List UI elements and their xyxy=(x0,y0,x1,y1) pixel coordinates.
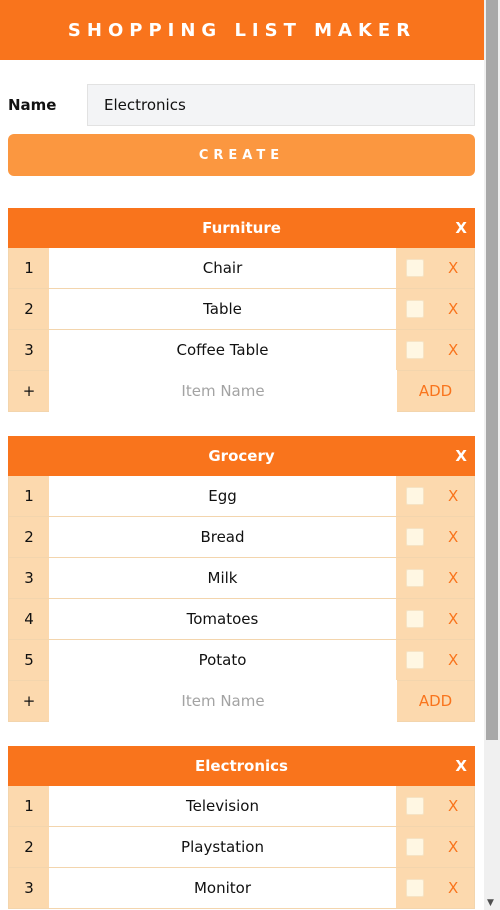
item-number: 2 xyxy=(8,289,49,329)
app-title: SHOPPING LIST MAKER xyxy=(67,19,417,41)
add-item-button[interactable]: ADD xyxy=(397,371,475,411)
delete-list-button[interactable]: X xyxy=(455,436,467,476)
list-item: 3 Coffee Table X xyxy=(8,330,475,371)
list-item: 1 Chair X xyxy=(8,248,475,289)
list-item: 2 Playstation X xyxy=(8,827,475,868)
item-checkbox[interactable] xyxy=(406,879,424,897)
list-electronics: Electronics X 1 Television X 2 Playstati… xyxy=(8,746,475,909)
list-item: 3 Milk X xyxy=(8,558,475,599)
list-header: Grocery X xyxy=(8,436,475,476)
app-page: SHOPPING LIST MAKER Name CREATE Furnitur… xyxy=(0,0,484,910)
list-furniture: Furniture X 1 Chair X 2 Table X 3 Coffee… xyxy=(8,208,475,412)
scrollbar-thumb[interactable] xyxy=(486,0,498,740)
item-number: 2 xyxy=(8,517,49,557)
item-name: Table xyxy=(49,289,396,329)
item-number: 4 xyxy=(8,599,49,639)
item-checkbox[interactable] xyxy=(406,651,424,669)
list-title: Furniture xyxy=(202,219,281,237)
item-name: Tomatoes xyxy=(49,599,396,639)
item-number: 1 xyxy=(8,786,49,826)
item-name: Potato xyxy=(49,640,396,680)
delete-item-button[interactable]: X xyxy=(448,599,458,639)
item-name: Monitor xyxy=(49,868,396,908)
item-checkbox[interactable] xyxy=(406,341,424,359)
item-name: Bread xyxy=(49,517,396,557)
item-number: 1 xyxy=(8,476,49,516)
list-item: 4 Tomatoes X xyxy=(8,599,475,640)
name-row: Name xyxy=(8,84,475,126)
item-checkbox[interactable] xyxy=(406,259,424,277)
delete-item-button[interactable]: X xyxy=(448,640,458,680)
delete-item-button[interactable]: X xyxy=(448,517,458,557)
item-checkbox[interactable] xyxy=(406,528,424,546)
add-item-button[interactable]: ADD xyxy=(397,681,475,721)
add-plus-icon: + xyxy=(8,681,49,721)
item-number: 3 xyxy=(8,868,49,908)
add-item-row: + ADD xyxy=(8,680,475,722)
triangle-down-icon[interactable]: ▼ xyxy=(487,898,494,908)
delete-item-button[interactable]: X xyxy=(448,558,458,598)
item-number: 3 xyxy=(8,330,49,370)
name-label: Name xyxy=(8,96,57,114)
list-item: 2 Table X xyxy=(8,289,475,330)
delete-item-button[interactable]: X xyxy=(448,248,458,288)
list-title: Grocery xyxy=(208,447,275,465)
delete-item-button[interactable]: X xyxy=(448,289,458,329)
item-name-input[interactable] xyxy=(49,680,397,722)
item-checkbox[interactable] xyxy=(406,838,424,856)
delete-list-button[interactable]: X xyxy=(455,746,467,786)
name-input[interactable] xyxy=(87,84,475,126)
item-number: 5 xyxy=(8,640,49,680)
item-name: Coffee Table xyxy=(49,330,396,370)
item-number: 2 xyxy=(8,827,49,867)
delete-item-button[interactable]: X xyxy=(448,827,458,867)
list-grocery: Grocery X 1 Egg X 2 Bread X 3 Milk X 4 T… xyxy=(8,436,475,722)
list-title: Electronics xyxy=(195,757,288,775)
item-name: Chair xyxy=(49,248,396,288)
delete-item-button[interactable]: X xyxy=(448,330,458,370)
list-item: 3 Monitor X xyxy=(8,868,475,909)
item-checkbox[interactable] xyxy=(406,569,424,587)
delete-item-button[interactable]: X xyxy=(448,868,458,908)
item-name: Television xyxy=(49,786,396,826)
add-plus-icon: + xyxy=(8,371,49,411)
item-name: Milk xyxy=(49,558,396,598)
item-name: Egg xyxy=(49,476,396,516)
app-header: SHOPPING LIST MAKER xyxy=(0,0,484,60)
list-header: Furniture X xyxy=(8,208,475,248)
item-checkbox[interactable] xyxy=(406,487,424,505)
list-header: Electronics X xyxy=(8,746,475,786)
delete-item-button[interactable]: X xyxy=(448,476,458,516)
delete-list-button[interactable]: X xyxy=(455,208,467,248)
item-name: Playstation xyxy=(49,827,396,867)
delete-item-button[interactable]: X xyxy=(448,786,458,826)
add-item-row: + ADD xyxy=(8,370,475,412)
list-item: 5 Potato X xyxy=(8,640,475,681)
item-name-input[interactable] xyxy=(49,370,397,412)
list-item: 2 Bread X xyxy=(8,517,475,558)
create-button[interactable]: CREATE xyxy=(8,134,475,176)
vertical-scrollbar[interactable]: ▼ xyxy=(484,0,500,910)
item-checkbox[interactable] xyxy=(406,797,424,815)
item-checkbox[interactable] xyxy=(406,610,424,628)
list-item: 1 Television X xyxy=(8,786,475,827)
item-number: 1 xyxy=(8,248,49,288)
item-number: 3 xyxy=(8,558,49,598)
list-item: 1 Egg X xyxy=(8,476,475,517)
item-checkbox[interactable] xyxy=(406,300,424,318)
